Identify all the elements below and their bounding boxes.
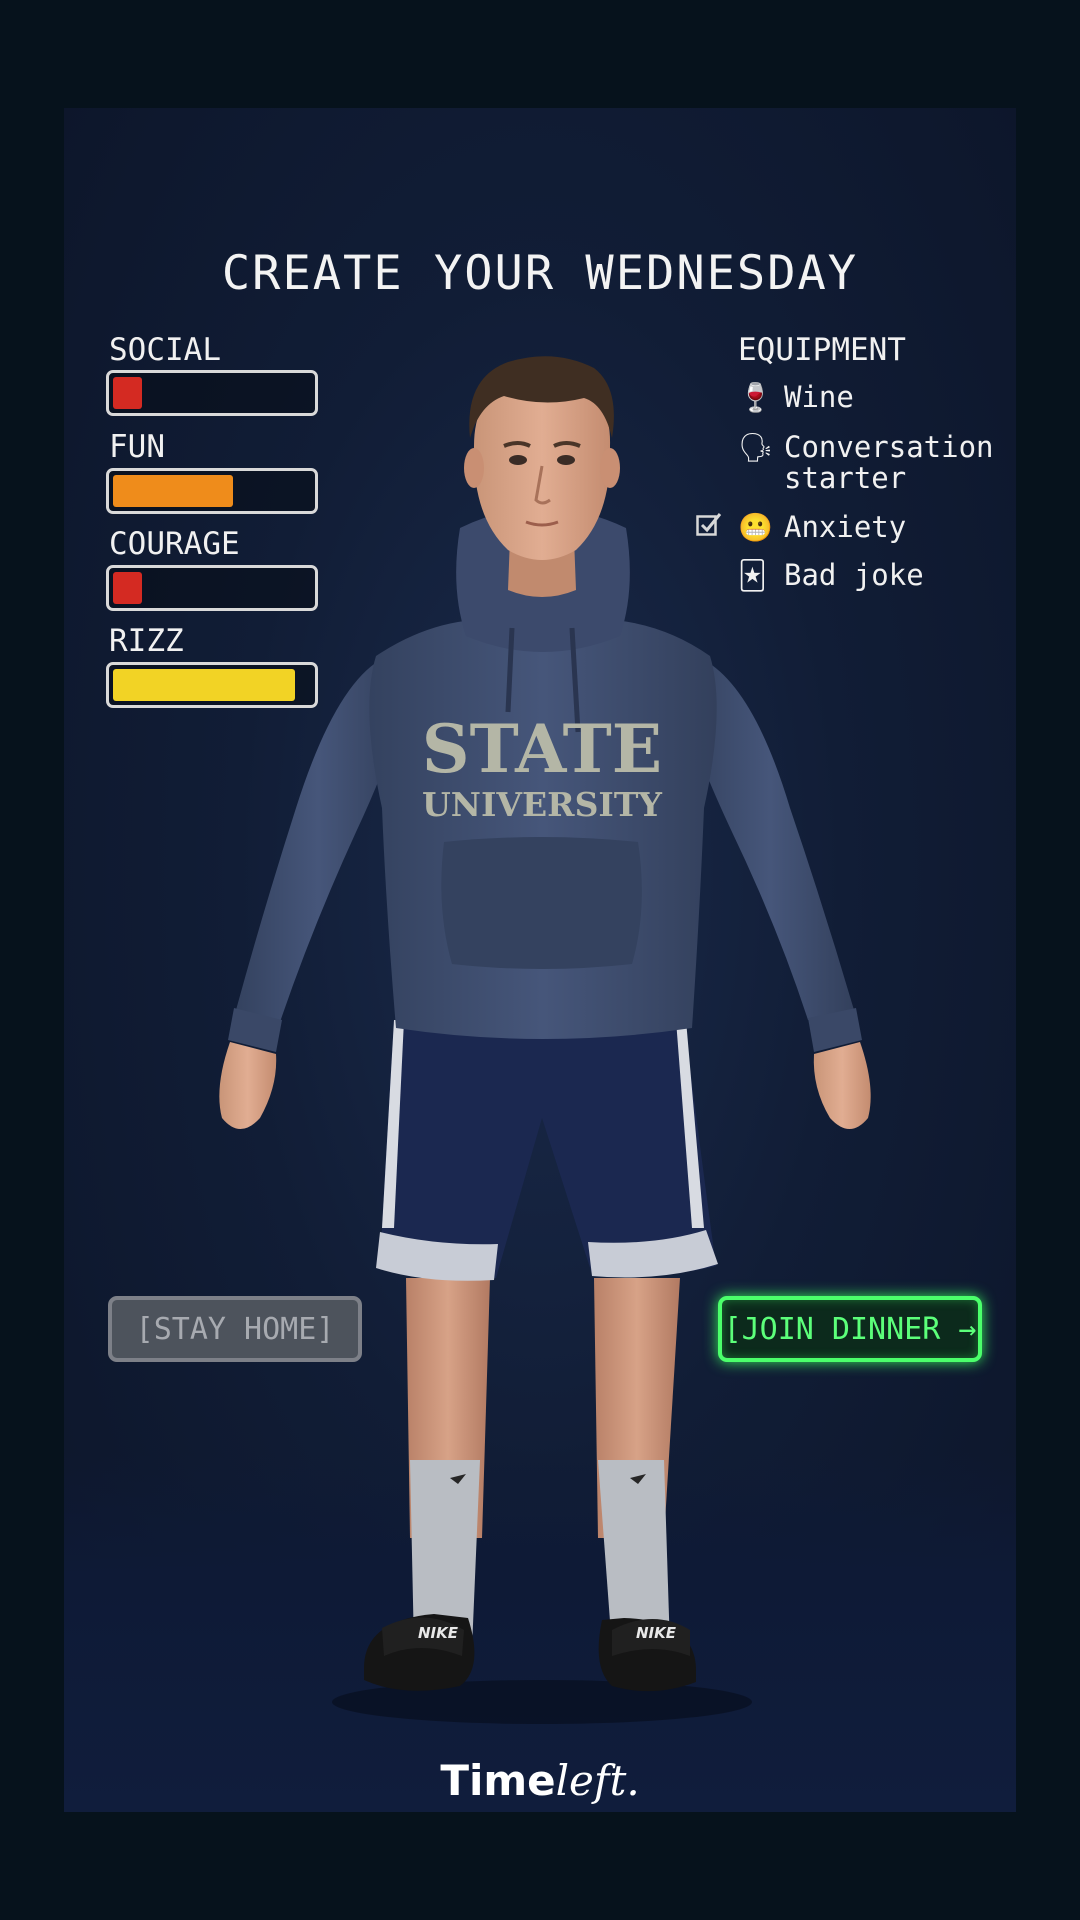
- speaking-head-icon: 🗣: [738, 431, 774, 464]
- equipment-item-label: Conversation starter: [784, 432, 994, 494]
- hoodie-print-line1: STATE: [422, 710, 662, 788]
- slide-logo-left: NIKE: [418, 1624, 459, 1642]
- equipment-title: EQUIPMENT: [738, 332, 906, 368]
- game-screen: CREATE YOUR WEDNESDAY SOCIAL FUN COURAGE…: [64, 108, 1016, 1812]
- join-dinner-button[interactable]: [JOIN DINNER →: [718, 1296, 982, 1362]
- equipment-item-conversation-starter[interactable]: 🗣 Conversation starter: [738, 432, 994, 494]
- logo-part1: Time: [440, 1756, 556, 1805]
- equipment-item-label-line1: Conversation: [784, 430, 994, 464]
- checkbox-checked-icon[interactable]: [696, 512, 722, 536]
- timeleft-logo: Timeleft.: [64, 1756, 1016, 1805]
- equipment-item-label: Anxiety: [784, 510, 907, 544]
- equipment-item-label: Wine: [784, 380, 854, 414]
- stay-home-button[interactable]: [STAY HOME]: [108, 1296, 362, 1362]
- hoodie-print-line2: UNIVERSITY: [422, 785, 662, 824]
- logo-part2: left.: [555, 1756, 640, 1805]
- equipment-item-bad-joke[interactable]: 🃏 Bad joke: [738, 558, 924, 592]
- equipment-item-wine[interactable]: 🍷 Wine: [738, 380, 854, 414]
- joker-card-icon: 🃏: [738, 559, 767, 592]
- grimacing-face-icon: 😬: [738, 511, 773, 544]
- equipment-item-label: Bad joke: [784, 558, 924, 592]
- wine-glass-icon: 🍷: [738, 381, 773, 414]
- equipment-item-label-line2: starter: [784, 461, 907, 495]
- equipment-item-anxiety[interactable]: 😬 Anxiety: [738, 510, 907, 544]
- slide-logo-right: NIKE: [636, 1624, 677, 1642]
